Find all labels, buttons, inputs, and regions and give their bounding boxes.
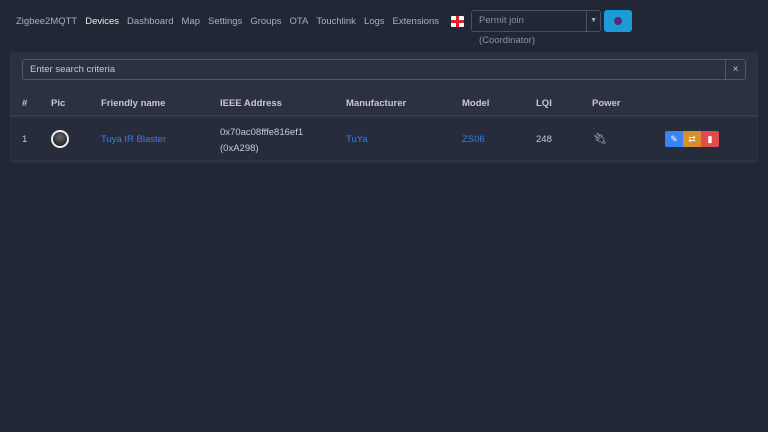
nav-touchlink[interactable]: Touchlink	[316, 16, 356, 27]
nav-settings[interactable]: Settings	[208, 16, 242, 27]
header-ieee[interactable]: IEEE Address	[220, 98, 282, 109]
lqi-value: 248	[536, 134, 552, 145]
nav-groups[interactable]: Groups	[250, 16, 281, 27]
top-nav: Zigbee2MQTT Devices Dashboard Map Settin…	[16, 9, 768, 46]
search-box: Enter search criteria ×	[22, 59, 746, 80]
table-row: 1 Tuya IR Blaster 0x70ac08fffe816ef1 (0x…	[10, 118, 758, 160]
row-actions: ✎ ⇄ ▮	[665, 131, 719, 147]
nav-extensions[interactable]: Extensions	[393, 16, 439, 27]
header-index[interactable]: #	[22, 98, 27, 109]
header-lqi[interactable]: LQI	[536, 98, 552, 109]
clear-search-button[interactable]: ×	[725, 60, 745, 79]
friendly-name-link[interactable]: Tuya IR Blaster	[101, 134, 166, 145]
permit-join-button[interactable]	[604, 10, 633, 32]
permit-join-label[interactable]: Permit join (Coordinator)	[472, 11, 586, 46]
manufacturer-link[interactable]: TuYa	[346, 134, 368, 145]
network-address: (0xA298)	[220, 143, 259, 154]
ieee-address: 0x70ac08fffe816ef1	[220, 127, 304, 138]
header-pic[interactable]: Pic	[51, 98, 65, 109]
chevron-down-icon[interactable]: ▼	[586, 11, 600, 31]
record-icon	[614, 17, 623, 25]
table-header: # Pic Friendly name IEEE Address Manufac…	[10, 88, 758, 116]
search-input[interactable]: Enter search criteria	[23, 60, 725, 79]
language-flag-icon[interactable]	[451, 15, 465, 27]
devices-card: Enter search criteria × # Pic Friendly n…	[10, 52, 758, 163]
permit-join-select[interactable]: Permit join (Coordinator) ▼	[471, 10, 602, 46]
nav-dashboard[interactable]: Dashboard	[127, 16, 173, 27]
header-model[interactable]: Model	[462, 98, 489, 109]
plug-icon: 🔌︎	[593, 133, 607, 145]
header-friendly-name[interactable]: Friendly name	[101, 98, 165, 109]
brand-link[interactable]: Zigbee2MQTT	[16, 16, 77, 27]
edit-icon[interactable]: ✎	[665, 131, 683, 147]
trash-icon[interactable]: ▮	[701, 131, 719, 147]
rename-icon[interactable]: ⇄	[683, 131, 701, 147]
nav-ota[interactable]: OTA	[290, 16, 309, 27]
model-link[interactable]: ZS06	[462, 134, 485, 145]
nav-map[interactable]: Map	[182, 16, 200, 27]
nav-devices[interactable]: Devices	[85, 16, 119, 27]
device-image	[51, 130, 69, 148]
row-index: 1	[22, 134, 28, 145]
nav-logs[interactable]: Logs	[364, 16, 385, 27]
header-manufacturer[interactable]: Manufacturer	[346, 98, 406, 109]
header-power[interactable]: Power	[592, 98, 621, 109]
